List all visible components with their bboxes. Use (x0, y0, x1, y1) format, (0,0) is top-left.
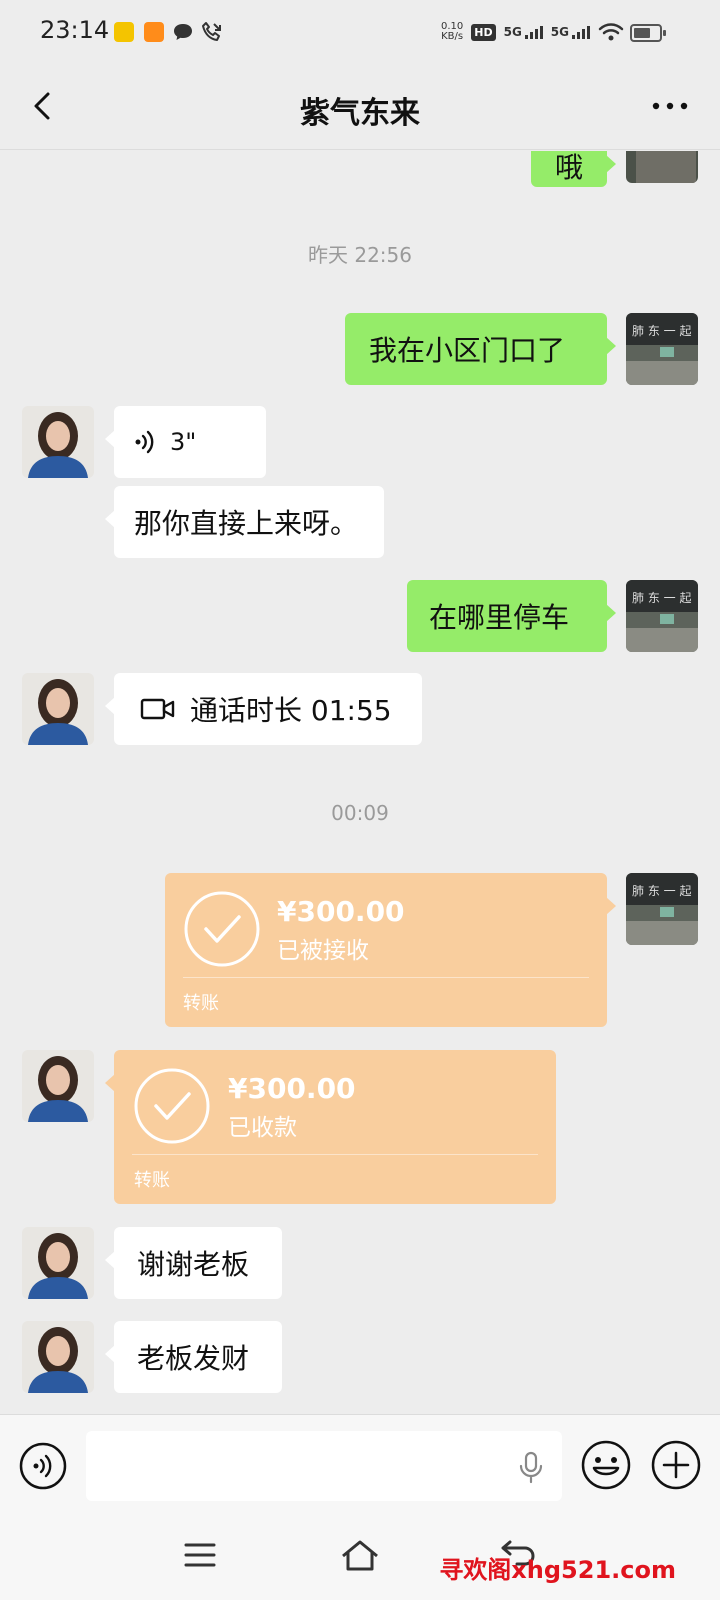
transfer-amount: ¥300.00 (277, 895, 405, 928)
contact-avatar[interactable] (22, 1321, 94, 1393)
voice-duration: 3" (170, 428, 197, 456)
video-app-notification-icon (144, 22, 164, 42)
my-avatar[interactable] (626, 151, 698, 183)
voice-message-bubble[interactable]: 3" (105, 406, 266, 478)
message-bubble-received[interactable]: 老板发财 (105, 1321, 282, 1393)
video-call-record-bubble[interactable]: 通话时长 01:55 (105, 673, 422, 745)
message-text: 谢谢老板 (137, 1248, 250, 1281)
timestamp: 00:09 (331, 801, 389, 825)
mic-icon[interactable] (518, 1451, 544, 1485)
sim2-label: 5G (550, 25, 569, 39)
status-right-group: 0.10 KB/s HD 5G 5G (441, 18, 624, 46)
message-bubble-received[interactable]: 谢谢老板 (105, 1227, 282, 1299)
message-notification-icon (174, 24, 192, 40)
my-avatar[interactable]: 肺 东 一 起 (626, 313, 698, 385)
chat-title: 紫气东来 (300, 96, 420, 131)
voice-wave-icon (135, 430, 154, 454)
network-speed-unit: KB/s (441, 31, 464, 42)
message-list[interactable]: 哦 昨天 22:56 我在小区门口了 肺 东 一 起 3" 那你直接上来呀。 在… (0, 151, 720, 1413)
watermark: 寻欢阁xhg521.com (439, 1556, 676, 1584)
network-speed: 0.10 KB/s (441, 22, 463, 42)
svg-text:肺 东 一 起: 肺 东 一 起 (632, 324, 691, 338)
chat-header: 紫气东来 (0, 64, 720, 150)
contact-avatar[interactable] (22, 673, 94, 745)
transfer-status: 已收款 (228, 1115, 297, 1141)
more-dots-icon[interactable] (650, 94, 690, 118)
message-text: 在哪里停车 (429, 601, 570, 634)
transfer-label: 转账 (183, 993, 219, 1014)
status-time: 23:14 (40, 16, 110, 44)
message-text: 我在小区门口了 (369, 334, 566, 367)
transfer-divider (183, 977, 589, 978)
svg-text:肺 东 一 起: 肺 东 一 起 (632, 591, 691, 605)
my-avatar[interactable]: 肺 东 一 起 (626, 580, 698, 652)
transfer-accepted-icon (184, 891, 260, 967)
hd-icon: HD (471, 23, 496, 41)
video-call-icon (140, 698, 175, 720)
transfer-card-received[interactable]: ¥300.00 已收款 转账 (105, 1050, 556, 1204)
message-text: 那你直接上来呀。 (134, 507, 359, 540)
home-icon[interactable] (340, 1538, 380, 1572)
contact-avatar[interactable] (22, 406, 94, 478)
transfer-amount: ¥300.00 (228, 1072, 356, 1105)
message-bubble-sent[interactable]: 哦 (531, 151, 616, 187)
message-bubble-sent[interactable]: 在哪里停车 (407, 580, 616, 652)
input-bar (0, 1414, 720, 1514)
transfer-status: 已被接收 (277, 938, 369, 964)
transfer-label: 转账 (134, 1170, 170, 1191)
message-bubble-sent[interactable]: 我在小区门口了 (345, 313, 616, 385)
voice-icon[interactable] (18, 1441, 68, 1491)
transfer-divider (132, 1154, 538, 1155)
plus-icon[interactable] (650, 1439, 702, 1491)
battery-icon (630, 24, 666, 42)
message-bubble-received[interactable]: 那你直接上来呀。 (105, 486, 384, 558)
status-bar: 23:14 0.10 KB/s HD 5G 5G (0, 0, 720, 64)
message-text: 哦 (554, 151, 583, 184)
contact-avatar[interactable] (22, 1050, 94, 1122)
timestamp: 昨天 22:56 (308, 243, 412, 267)
wifi-icon (598, 23, 624, 41)
transfer-card-sent[interactable]: ¥300.00 已被接收 转账 (165, 873, 616, 1027)
call-duration-text: 通话时长 01:55 (190, 694, 392, 727)
missed-call-icon (202, 22, 221, 41)
menu-icon[interactable] (184, 1542, 216, 1568)
emoji-icon[interactable] (580, 1439, 632, 1491)
sim1-label: 5G (503, 25, 522, 39)
sim2-signal-icon: 5G (551, 25, 590, 39)
my-avatar[interactable]: 肺 东 一 起 (626, 873, 698, 945)
contact-avatar[interactable] (22, 1227, 94, 1299)
app-notification-icon (114, 22, 134, 42)
svg-text:肺 东 一 起: 肺 东 一 起 (632, 884, 691, 898)
message-input[interactable] (86, 1431, 562, 1501)
transfer-received-icon (134, 1068, 210, 1144)
sim1-signal-icon: 5G (504, 25, 543, 39)
message-text: 老板发财 (137, 1342, 250, 1375)
